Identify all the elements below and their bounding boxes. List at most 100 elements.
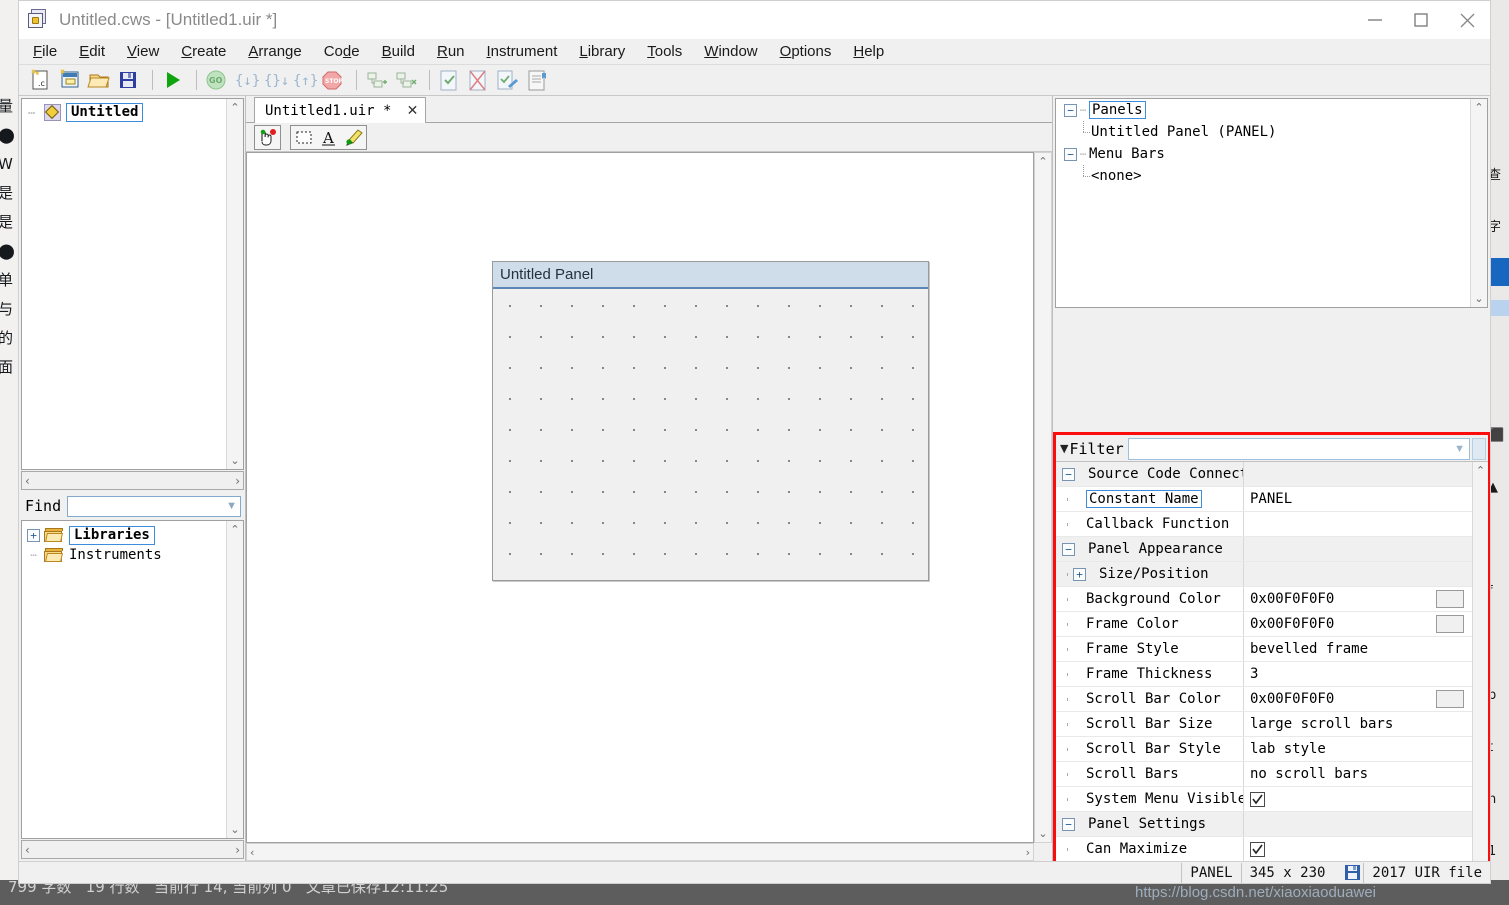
menu-item-run[interactable]: Run (437, 43, 465, 60)
filter-arrow-icon[interactable]: ▼ (226, 500, 237, 512)
project-tree-root-row[interactable]: ┄ Untitled (22, 103, 243, 122)
property-value-cell[interactable] (1244, 512, 1472, 536)
menu-item-help[interactable]: Help (853, 43, 884, 60)
property-value-cell[interactable]: PANEL (1244, 487, 1472, 511)
library-tree-scrollbar[interactable]: ⌃ ⌄ (226, 521, 243, 838)
property-value-cell[interactable]: 0x00F0F0F0 (1244, 612, 1472, 636)
property-value-cell[interactable] (1244, 462, 1472, 486)
property-row[interactable]: Scroll Bar Size large scroll bars (1056, 712, 1472, 737)
chevron-right-icon[interactable]: › (235, 843, 240, 857)
property-row[interactable]: System Menu Visible (1056, 787, 1472, 812)
close-icon[interactable]: ✕ (405, 103, 419, 119)
library-tree-hscrollbar[interactable]: ‹ › (21, 840, 244, 859)
triangle-down-icon[interactable]: ▼ (1060, 442, 1068, 455)
new-uir-file-icon[interactable] (58, 68, 84, 93)
outline-item-none[interactable]: <none> (1056, 165, 1487, 187)
filter-arrow-icon[interactable]: ▼ (1454, 443, 1465, 455)
menu-item-build[interactable]: Build (382, 43, 415, 60)
property-grid[interactable]: −Source Code ConnectionConstant NamePANE… (1056, 461, 1488, 883)
chevron-down-icon[interactable]: ⌄ (1038, 827, 1047, 840)
property-filter-input[interactable]: ▼ (1127, 437, 1470, 460)
filter-extra-button[interactable] (1472, 437, 1486, 460)
open-folder-icon[interactable] (87, 68, 113, 93)
menu-item-tools[interactable]: Tools (647, 43, 682, 60)
chevron-up-icon[interactable]: ⌃ (1476, 464, 1485, 477)
chevron-left-icon[interactable]: ‹ (250, 846, 254, 859)
library-tree-item-libraries[interactable]: + Libraries (22, 525, 243, 545)
property-value-cell[interactable]: no scroll bars (1244, 762, 1472, 786)
uir-canvas[interactable]: Untitled Panel (246, 152, 1034, 843)
property-row[interactable]: Scroll Bar Color 0x00F0F0F0 (1056, 687, 1472, 712)
chevron-up-icon[interactable]: ⌃ (230, 101, 239, 114)
property-value-cell[interactable] (1244, 537, 1472, 561)
close-icon[interactable] (1444, 1, 1490, 39)
menu-item-code[interactable]: Code (324, 43, 360, 60)
collapse-minus-icon[interactable]: − (1062, 542, 1075, 556)
menu-item-file[interactable]: File (33, 43, 57, 60)
chevron-down-icon[interactable]: ⌄ (230, 454, 239, 467)
property-value-cell[interactable]: 0x00F0F0F0 (1244, 587, 1472, 611)
color-swatch-button[interactable] (1436, 615, 1464, 633)
property-value-cell[interactable]: lab style (1244, 737, 1472, 761)
uir-panel[interactable]: Untitled Panel (492, 261, 929, 581)
property-value-cell[interactable] (1244, 787, 1472, 811)
property-value-cell[interactable] (1244, 837, 1472, 861)
chevron-up-icon[interactable]: ⌃ (230, 523, 239, 536)
chevron-right-icon[interactable]: › (1026, 846, 1030, 859)
library-tree-pane[interactable]: + Libraries ┄ Instruments ⌃ ⌄ (21, 520, 244, 839)
tab-untitled1-uir[interactable]: Untitled1.uir * ✕ (254, 97, 427, 123)
menu-item-window[interactable]: Window (704, 43, 757, 60)
expand-plus-icon[interactable]: + (1073, 567, 1086, 581)
property-row[interactable]: Background Color 0x00F0F0F0 (1056, 587, 1472, 612)
menu-item-view[interactable]: View (127, 43, 159, 60)
chevron-down-icon[interactable]: ⌄ (1474, 292, 1483, 305)
property-row[interactable]: Frame Style bevelled frame (1056, 637, 1472, 662)
checkbox-checked-icon[interactable] (1250, 841, 1265, 857)
minimize-icon[interactable] (1352, 1, 1398, 39)
chevron-up-icon[interactable]: ⌃ (1038, 155, 1047, 168)
new-source-file-icon[interactable]: .c (29, 68, 55, 93)
uir-panel-titlebar[interactable]: Untitled Panel (493, 262, 928, 289)
maximize-icon[interactable] (1398, 1, 1444, 39)
menu-item-instrument[interactable]: Instrument (487, 43, 558, 60)
property-row[interactable]: Constant Name PANEL (1056, 487, 1472, 512)
property-group-row[interactable]: − Panel Settings (1056, 812, 1472, 837)
chevron-up-icon[interactable]: ⌃ (1474, 101, 1483, 114)
property-group-row[interactable]: −Source Code Connection (1056, 462, 1472, 487)
property-value-cell[interactable] (1244, 562, 1472, 586)
save-icon[interactable] (116, 68, 142, 93)
uir-panel-grid[interactable] (493, 291, 928, 580)
menu-item-edit[interactable]: Edit (79, 43, 105, 60)
property-row[interactable]: Scroll Bars no scroll bars (1056, 762, 1472, 787)
uir-canvas-hscrollbar[interactable]: ‹ › (246, 843, 1034, 861)
property-row[interactable]: Callback Function (1056, 512, 1472, 537)
find-input[interactable]: ▼ (67, 495, 241, 517)
property-grid-scrollbar[interactable]: ⌃ ⌄ (1472, 462, 1488, 883)
property-row[interactable]: Frame Color 0x00F0F0F0 (1056, 612, 1472, 637)
chevron-left-icon[interactable]: ‹ (25, 843, 30, 857)
property-row[interactable]: Can Maximize (1056, 837, 1472, 862)
property-value-cell[interactable] (1244, 812, 1472, 836)
menu-item-options[interactable]: Options (780, 43, 832, 60)
outline-group-panels[interactable]: − ┄ Panels (1056, 99, 1487, 121)
property-value-cell[interactable]: bevelled frame (1244, 637, 1472, 661)
label-tool-icon[interactable]: A (316, 126, 341, 149)
run-icon[interactable] (160, 68, 186, 93)
select-tool-icon[interactable] (291, 126, 316, 149)
collapse-minus-icon[interactable]: − (1064, 147, 1077, 161)
menu-item-library[interactable]: Library (579, 43, 625, 60)
collapse-minus-icon[interactable]: − (1064, 103, 1077, 117)
menu-item-create[interactable]: Create (181, 43, 226, 60)
collapse-minus-icon[interactable]: − (1062, 817, 1075, 831)
chevron-down-icon[interactable]: ⌄ (230, 823, 239, 836)
chevron-left-icon[interactable]: ‹ (25, 474, 30, 488)
property-value-cell[interactable]: 3 (1244, 662, 1472, 686)
color-swatch-button[interactable] (1436, 590, 1464, 608)
operate-tool-icon[interactable] (255, 126, 280, 149)
expand-plus-icon[interactable]: + (27, 528, 40, 542)
uir-canvas-vscrollbar[interactable]: ⌃ ⌄ (1034, 152, 1052, 843)
menu-item-arrange[interactable]: Arrange (248, 43, 301, 60)
outline-group-menu-bars[interactable]: − ┄ Menu Bars (1056, 143, 1487, 165)
collapse-minus-icon[interactable]: − (1062, 467, 1075, 481)
property-value-cell[interactable]: 0x00F0F0F0 (1244, 687, 1472, 711)
